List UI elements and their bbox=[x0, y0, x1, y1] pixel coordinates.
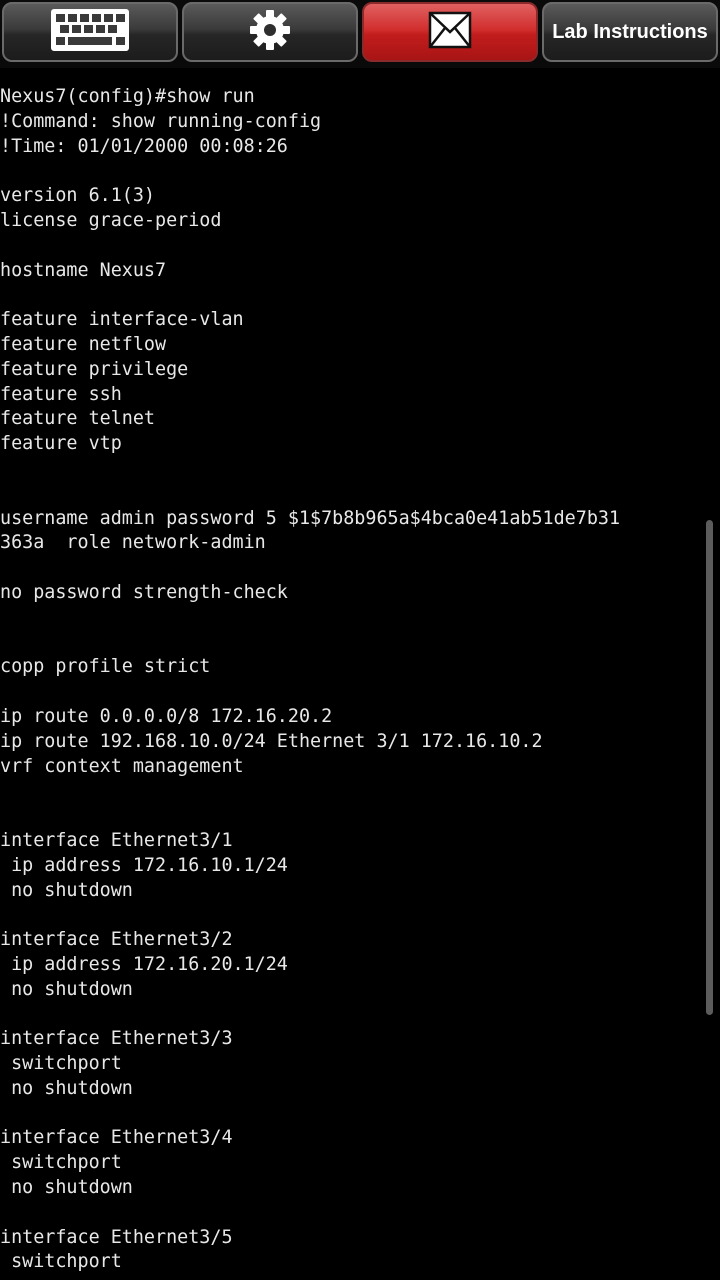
terminal-line: hostname Nexus7 bbox=[0, 259, 167, 281]
terminal-line: interface Ethernet3/4 bbox=[0, 1127, 233, 1149]
terminal-line: feature ssh bbox=[0, 383, 122, 405]
terminal-line: !Command: show running-config bbox=[0, 110, 322, 132]
terminal-line: switchport bbox=[0, 1152, 122, 1174]
terminal-line: interface Ethernet3/5 bbox=[0, 1226, 233, 1248]
mail-button[interactable] bbox=[362, 2, 538, 62]
terminal-line: no shutdown bbox=[0, 879, 133, 901]
keyboard-button[interactable] bbox=[2, 2, 178, 62]
settings-button[interactable] bbox=[182, 2, 358, 62]
terminal-line: switchport bbox=[0, 1053, 122, 1075]
terminal-app-screen: Lab Instructions Nexus7(config)#show run… bbox=[0, 0, 720, 1280]
envelope-icon bbox=[428, 10, 472, 55]
keyboard-icon bbox=[50, 8, 130, 57]
gear-icon bbox=[248, 8, 292, 57]
terminal-line: 363a role network-admin bbox=[0, 532, 266, 554]
terminal-line: no password strength-check bbox=[0, 581, 288, 603]
terminal-line: license grace-period bbox=[0, 209, 222, 231]
terminal-line: feature netflow bbox=[0, 333, 167, 355]
terminal-line: username admin password 5 $1$7b8b965a$4b… bbox=[0, 507, 621, 529]
terminal-output[interactable]: Nexus7(config)#show run !Command: show ru… bbox=[0, 85, 700, 1275]
terminal-line: ip route 192.168.10.0/24 Ethernet 3/1 17… bbox=[0, 730, 543, 752]
terminal-line: switchport bbox=[0, 1251, 122, 1273]
terminal-line: ip address 172.16.10.1/24 bbox=[0, 854, 288, 876]
terminal-line: version 6.1(3) bbox=[0, 185, 156, 207]
terminal-line: no shutdown bbox=[0, 1077, 133, 1099]
terminal-line: vrf context management bbox=[0, 755, 244, 777]
terminal-line: !Time: 01/01/2000 00:08:26 bbox=[0, 135, 288, 157]
terminal-line: no shutdown bbox=[0, 978, 133, 1000]
terminal-line: feature privilege bbox=[0, 358, 189, 380]
terminal-line: interface Ethernet3/3 bbox=[0, 1028, 233, 1050]
terminal-line: feature telnet bbox=[0, 408, 156, 430]
top-toolbar: Lab Instructions bbox=[0, 0, 720, 68]
terminal-line: feature interface-vlan bbox=[0, 309, 244, 331]
lab-instructions-button[interactable]: Lab Instructions bbox=[542, 2, 718, 62]
terminal-line: interface Ethernet3/2 bbox=[0, 929, 233, 951]
terminal-line: copp profile strict bbox=[0, 656, 211, 678]
terminal-line: ip address 172.16.20.1/24 bbox=[0, 953, 288, 975]
terminal-line: feature vtp bbox=[0, 433, 122, 455]
lab-instructions-label: Lab Instructions bbox=[552, 20, 708, 43]
terminal-line: ip route 0.0.0.0/8 172.16.20.2 bbox=[0, 705, 333, 727]
terminal-scrollbar[interactable] bbox=[706, 520, 713, 1015]
terminal-line: Nexus7(config)#show run bbox=[0, 86, 255, 107]
terminal-line: no shutdown bbox=[0, 1177, 133, 1199]
terminal-line: interface Ethernet3/1 bbox=[0, 829, 233, 851]
